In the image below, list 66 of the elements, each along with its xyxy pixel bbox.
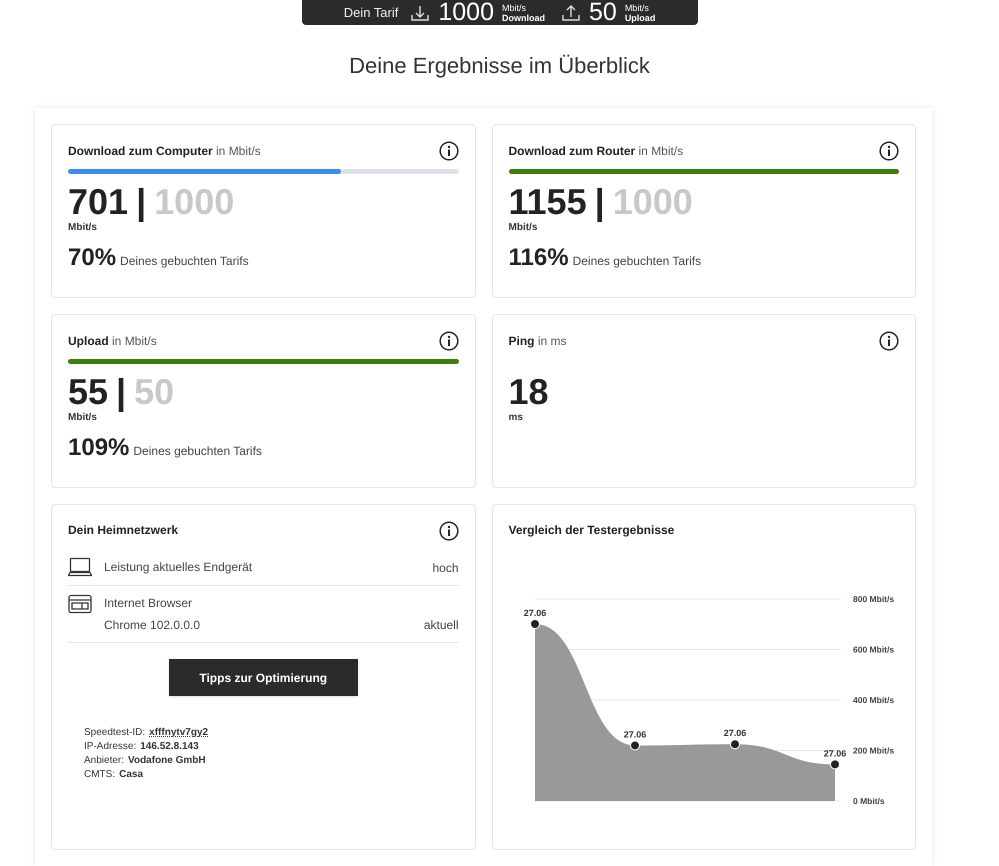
info-icon[interactable]: [879, 141, 899, 161]
row-status: hoch: [432, 560, 458, 577]
y-tick-label: 200 Mbit/s: [852, 746, 894, 756]
row-label: Leistung aktuelles Endgerät: [104, 559, 254, 576]
info-value: Casa: [119, 768, 144, 782]
y-tick-label: 0 Mbit/s: [852, 796, 884, 806]
percent-text: Deines gebuchten Tarifs: [572, 253, 702, 270]
optimization-button[interactable]: Tipps zur Optimierung: [168, 659, 358, 696]
tariff-label: Dein Tarif: [344, 4, 398, 22]
data-point: [730, 739, 740, 750]
upload-label: Upload: [624, 12, 656, 22]
percent-text: Deines gebuchten Tarifs: [120, 253, 249, 270]
value-unit: ms: [508, 411, 523, 425]
info-icon[interactable]: [438, 331, 458, 351]
info-icon[interactable]: [438, 521, 458, 541]
y-tick-label: 400 Mbit/s: [852, 695, 894, 705]
upload-unit: Mbit/s: [624, 2, 650, 12]
value-separator: |: [594, 184, 605, 220]
info-label: Anbieter:: [84, 754, 124, 768]
download-unit: Mbit/s: [502, 2, 528, 12]
percent-value: 70%: [68, 245, 116, 271]
measured-value: 55: [68, 374, 108, 410]
row-label: Internet Browser: [104, 595, 194, 612]
value-separator: |: [116, 374, 126, 410]
value-unit: Mbit/s: [68, 221, 97, 235]
download-speed: 1000: [438, 0, 494, 25]
metric-title: Download zum Router in Mbit/s: [508, 143, 684, 160]
page-heading: Deine Ergebnisse im Überblick: [349, 52, 650, 80]
percent-text: Deines gebuchten Tarifs: [133, 443, 262, 460]
card-title: Vergleich der Testergebnisse: [508, 522, 676, 539]
metric-title: Download zum Computer in Mbit/s: [68, 143, 261, 160]
upload-speed: 50: [589, 0, 617, 25]
metric-title: Upload in Mbit/s: [68, 333, 157, 350]
percent-value: 109%: [68, 435, 130, 461]
info-icon[interactable]: [438, 141, 458, 161]
measured-value: 1155: [508, 184, 587, 220]
info-label: Speedtest-ID:: [84, 726, 146, 740]
data-point: [630, 740, 640, 750]
value-unit: Mbit/s: [68, 411, 97, 425]
value-separator: |: [136, 184, 146, 220]
data-point: [530, 619, 540, 629]
value-unit: Mbit/s: [508, 221, 538, 235]
info-icon[interactable]: [879, 331, 899, 351]
info-value: Vodafone GmbH: [128, 754, 206, 768]
data-point: [830, 759, 840, 770]
laptop-icon: [68, 557, 92, 577]
info-label: IP-Adresse:: [84, 740, 136, 754]
card-title: Dein Heimnetzwerk: [68, 522, 178, 539]
speedtest-id-link[interactable]: xfffnytv7gy2: [149, 726, 208, 740]
row-detail: Chrome 102.0.0.0: [104, 617, 202, 634]
browser-icon: [68, 594, 92, 614]
data-label: 27.06: [523, 608, 546, 618]
row-status: aktuell: [424, 617, 458, 634]
download-label: Download: [502, 12, 545, 22]
info-label: CMTS:: [84, 768, 116, 782]
measured-value: 701: [68, 184, 128, 220]
y-tick-label: 600 Mbit/s: [852, 644, 894, 654]
data-label: 27.06: [723, 728, 746, 738]
data-label: 27.06: [623, 729, 646, 740]
upload-icon: [561, 2, 581, 22]
data-label: 27.06: [823, 748, 846, 758]
measured-value: 18: [508, 374, 549, 410]
y-tick-label: 800 Mbit/s: [852, 594, 894, 604]
info-value: 146.52.8.143: [140, 740, 199, 754]
metric-title: Ping in ms: [508, 333, 567, 350]
percent-value: 116%: [508, 245, 569, 271]
